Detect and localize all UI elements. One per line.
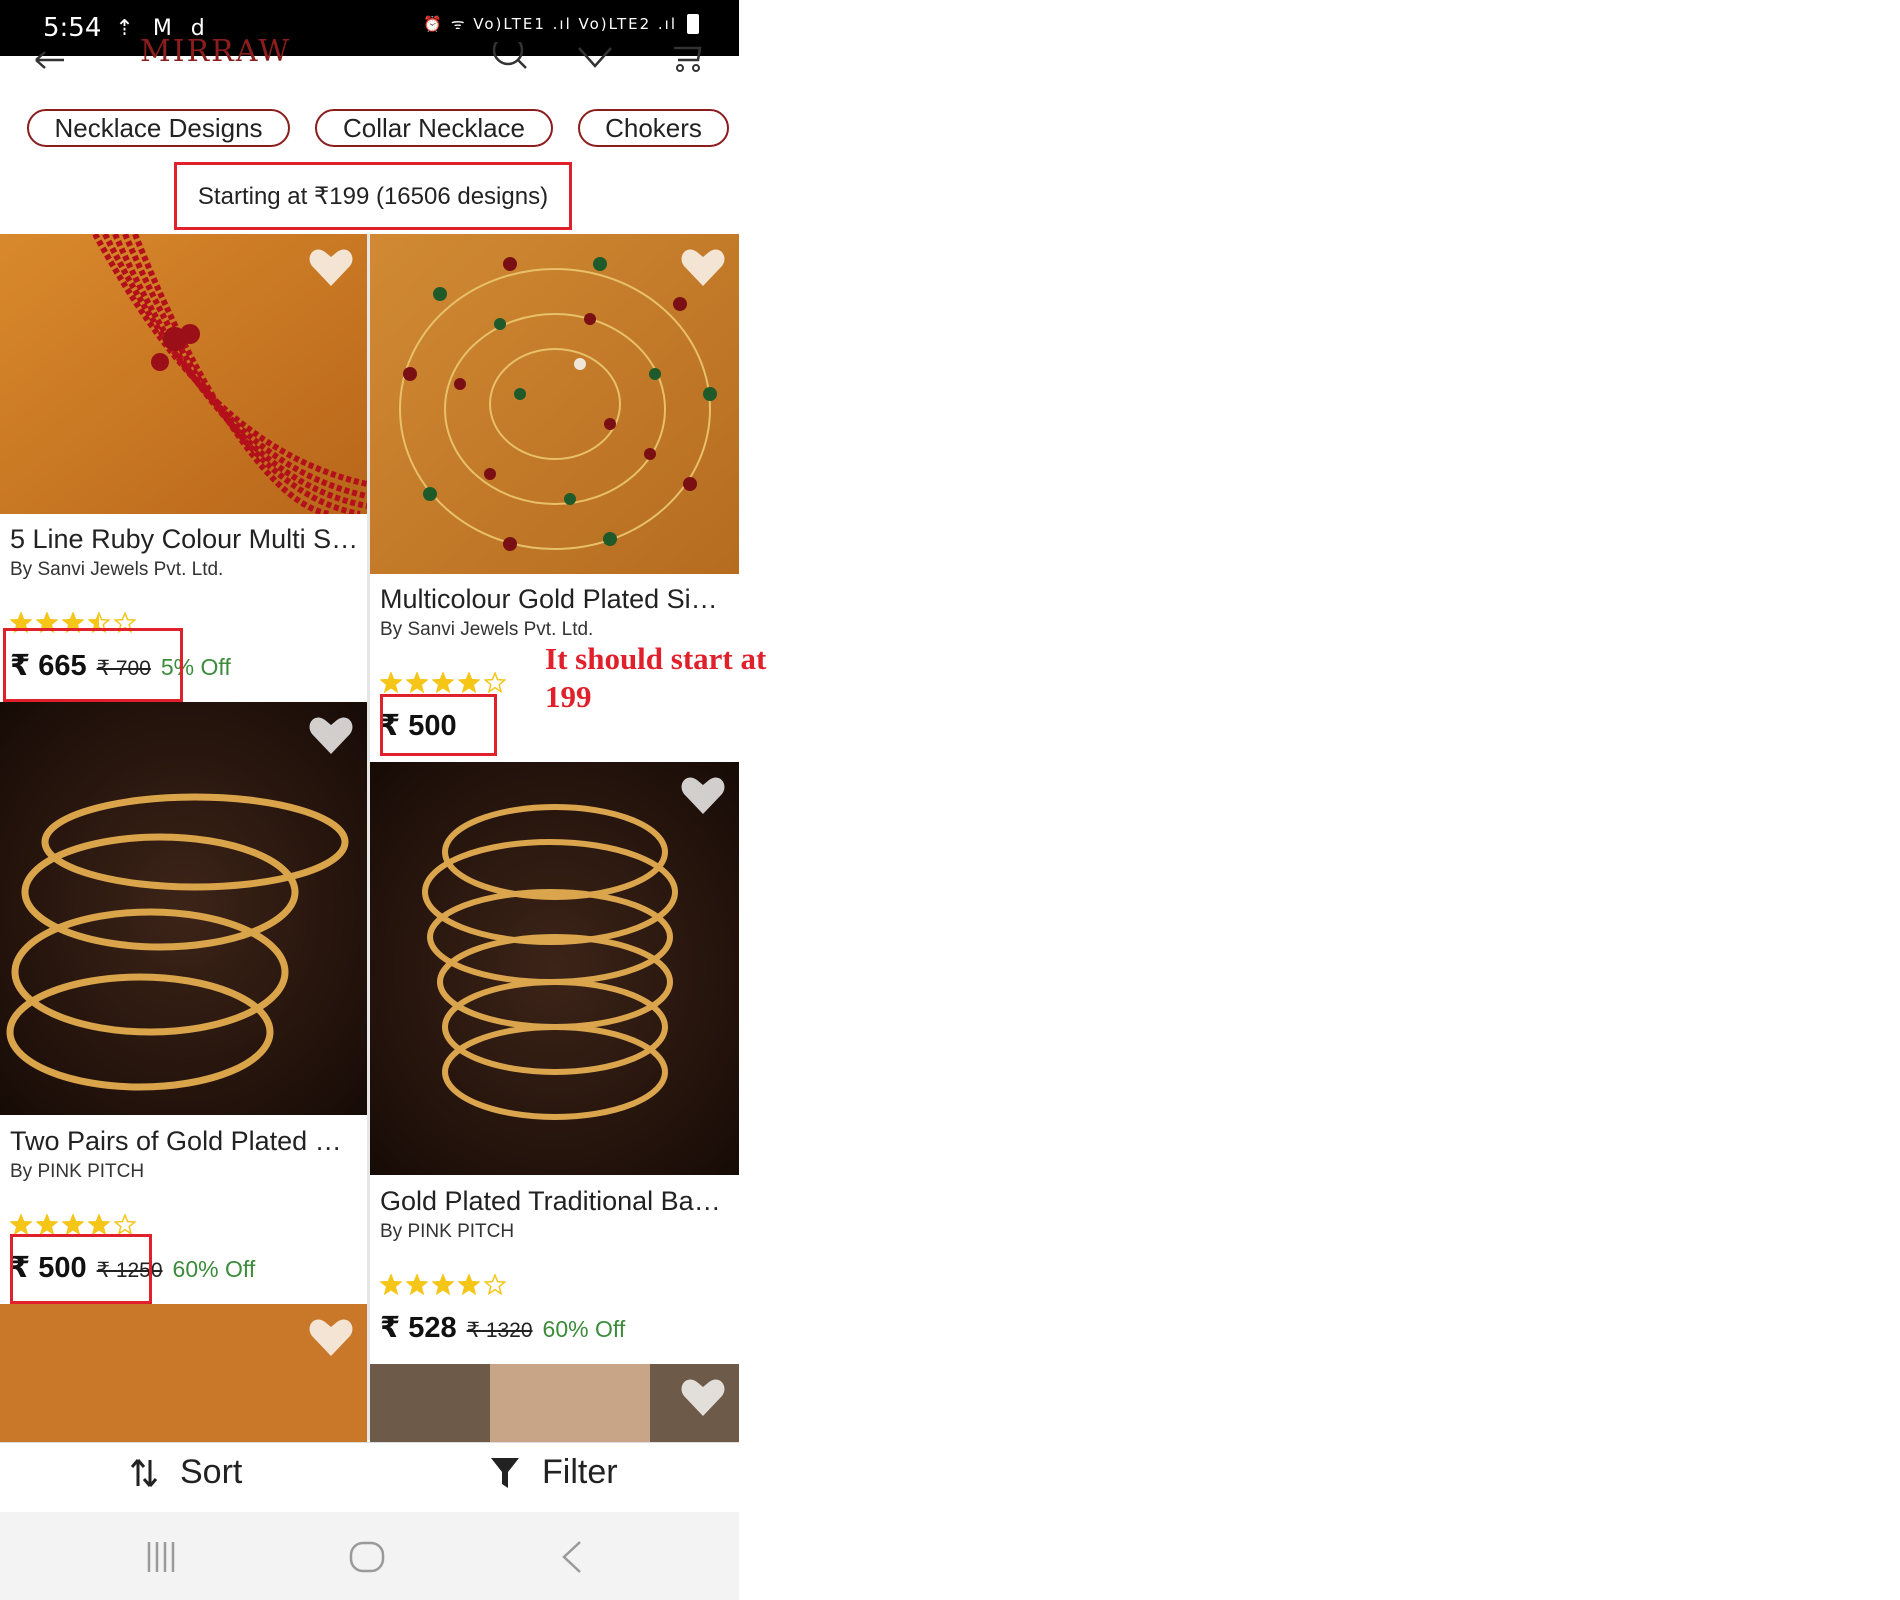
chip-necklace-designs[interactable]: Necklace Designs (27, 109, 290, 147)
product-card[interactable]: Gold Plated Traditional Ba… By PINK PITC… (370, 762, 739, 1362)
battery-icon (687, 14, 699, 34)
star-icon (484, 672, 506, 694)
results-summary: Starting at ₹199 (16506 designs) (174, 162, 572, 230)
sort-label: Sort (180, 1453, 243, 1491)
star-icon (380, 672, 402, 694)
star-icon (62, 1214, 84, 1236)
sort-filter-bar: Sort Filter (0, 1442, 739, 1513)
product-card-partial[interactable] (0, 1304, 367, 1442)
star-icon (432, 1274, 454, 1296)
star-icon (10, 1214, 32, 1236)
recent-apps-icon[interactable] (145, 1540, 177, 1574)
results-summary-text: Starting at ₹199 (16506 designs) (197, 182, 549, 210)
highlight-box (10, 1234, 152, 1304)
app-header: MIRRAW (0, 34, 739, 86)
star-icon (380, 1274, 402, 1296)
product-brand: By Sanvi Jewels Pvt. Ltd. (380, 619, 594, 640)
star-icon (458, 1274, 480, 1296)
phone-screen: 5:54 ⇡ M d ⏰ ᯤ Vo)LTE1 .ıl Vo)LTE2 .ıl M… (0, 0, 739, 1600)
product-name[interactable]: Multicolour Gold Plated Si… (380, 584, 730, 615)
rating-stars (10, 1214, 136, 1236)
product-image-gold-bangles[interactable] (0, 702, 367, 1115)
heart-icon[interactable] (680, 774, 726, 816)
star-icon (36, 1214, 58, 1236)
rating-stars (380, 1274, 506, 1296)
brand-logo[interactable]: MIRRAW (140, 34, 291, 69)
annotation-note: It should start at 199 (545, 641, 767, 714)
product-card-partial[interactable] (370, 1364, 739, 1442)
chip-collar-necklace[interactable]: Collar Necklace (315, 109, 553, 147)
system-nav-bar (0, 1512, 739, 1600)
star-icon (406, 1274, 428, 1296)
product-card[interactable]: Two Pairs of Gold Plated Gl… By PINK PIT… (0, 702, 367, 1304)
back-arrow-icon[interactable] (34, 50, 66, 70)
product-brand: By Sanvi Jewels Pvt. Ltd. (10, 559, 224, 580)
cart-icon[interactable] (670, 42, 710, 76)
heart-icon[interactable] (680, 1376, 726, 1418)
heart-icon[interactable] (680, 246, 726, 288)
sort-button[interactable]: Sort (130, 1453, 242, 1492)
star-icon (458, 672, 480, 694)
product-brand: By PINK PITCH (380, 1221, 515, 1242)
product-discount: 60% Off (542, 1316, 626, 1342)
back-nav-icon[interactable] (560, 1540, 584, 1574)
product-card[interactable]: 5 Line Ruby Colour Multi S… By Sanvi Jew… (0, 234, 367, 702)
filter-icon (491, 1457, 519, 1488)
product-image-traditional-bangles[interactable] (370, 762, 739, 1175)
highlight-box (380, 694, 497, 756)
chip-label: Chokers (605, 112, 702, 143)
search-icon[interactable] (490, 42, 530, 76)
home-icon[interactable] (348, 1540, 386, 1574)
filter-label: Filter (542, 1453, 618, 1491)
price-row: ₹ 528 ₹ 1320 60% Off (380, 1310, 625, 1345)
product-mrp: ₹ 1320 (466, 1319, 533, 1342)
product-name[interactable]: Gold Plated Traditional Ba… (380, 1186, 730, 1217)
heart-icon[interactable] (308, 246, 354, 288)
rating-stars (380, 672, 506, 694)
star-icon (114, 1214, 136, 1236)
heart-icon[interactable] (308, 1316, 354, 1358)
star-icon (432, 672, 454, 694)
system-status-icons: ⏰ ᯤ Vo)LTE1 .ıl Vo)LTE2 .ıl (423, 14, 699, 34)
status-time: 5:54 (43, 13, 102, 43)
product-brand: By PINK PITCH (10, 1161, 145, 1182)
chip-chokers[interactable]: Chokers (578, 109, 729, 147)
filter-button[interactable]: Filter (490, 1453, 618, 1492)
product-name[interactable]: Two Pairs of Gold Plated Gl… (10, 1126, 360, 1157)
star-icon (406, 672, 428, 694)
product-price: ₹ 528 (380, 1312, 457, 1344)
heart-icon[interactable] (308, 714, 354, 756)
status-bar: 5:54 ⇡ M d ⏰ ᯤ Vo)LTE1 .ıl Vo)LTE2 .ıl (0, 0, 739, 56)
star-icon (88, 1214, 110, 1236)
sort-icon (130, 1458, 158, 1487)
star-icon (484, 1274, 506, 1296)
chip-label: Collar Necklace (342, 112, 526, 143)
product-discount: 60% Off (172, 1256, 256, 1282)
wishlist-icon[interactable] (575, 42, 615, 76)
signal-icons: ⏰ ᯤ Vo)LTE1 .ıl Vo)LTE2 .ıl (423, 15, 677, 33)
highlight-box (3, 628, 183, 702)
product-name[interactable]: 5 Line Ruby Colour Multi S… (10, 524, 360, 555)
chip-label: Necklace Designs (54, 112, 263, 143)
